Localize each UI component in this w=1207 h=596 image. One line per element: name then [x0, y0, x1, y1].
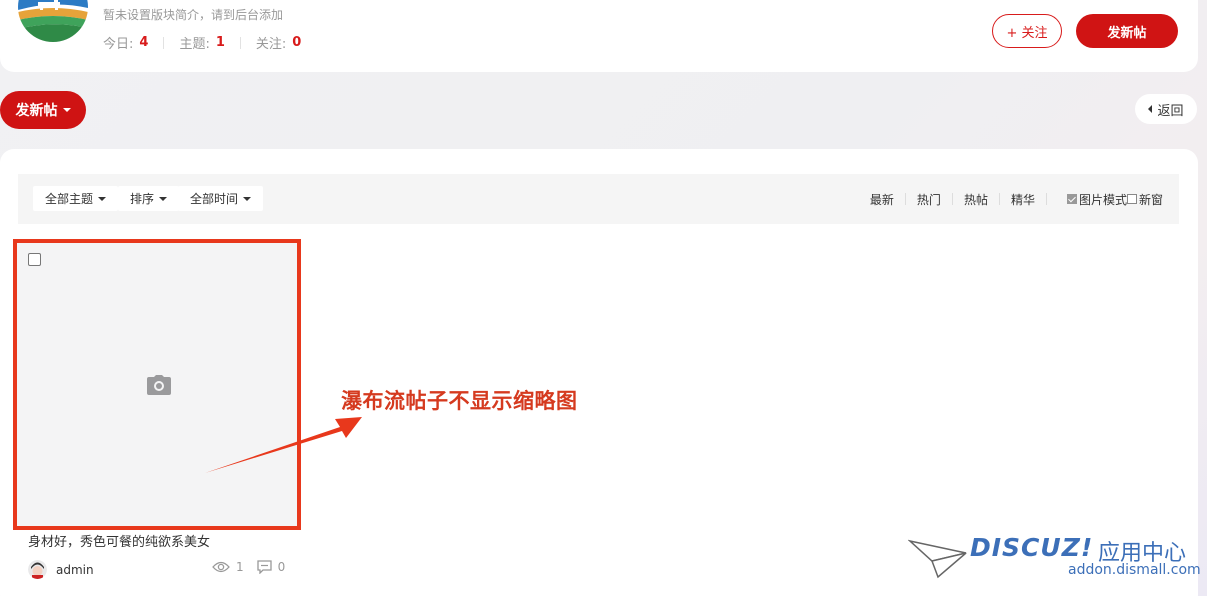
stat-label: 关注:	[255, 37, 287, 52]
forum-logo	[18, 0, 88, 42]
filter-all-threads[interactable]: 全部主题	[33, 186, 119, 211]
image-mode-checkbox[interactable]	[1066, 194, 1077, 204]
reply-count-value: 0	[277, 560, 286, 574]
thread-thumbnail[interactable]	[13, 239, 301, 530]
back-button[interactable]: 返回	[1135, 94, 1197, 124]
thread-author[interactable]: admin	[28, 560, 94, 579]
sort-popular[interactable]: 热门	[906, 191, 952, 208]
avatar	[28, 560, 47, 579]
sort-links: 最新 热门 热帖 精华 图片模式 新窗	[859, 174, 1179, 224]
thread-title[interactable]: 身材好，秀色可餐的纯欲系美女	[28, 531, 210, 550]
caret-down-icon	[62, 108, 71, 112]
stat-value: 4	[139, 35, 149, 50]
sort-latest[interactable]: 最新	[859, 191, 905, 208]
back-label: 返回	[1157, 103, 1184, 119]
image-mode-label: 图片模式	[1078, 192, 1127, 207]
watermark-brand: DISCUZ!	[970, 533, 1094, 562]
author-name: admin	[56, 562, 94, 577]
follow-button[interactable]: + 关注	[992, 14, 1062, 48]
watermark: DISCUZ! 应用中心 addon.dismall.com	[908, 533, 1201, 593]
caret-down-icon	[159, 196, 168, 201]
forum-header: 暂未设置版块简介，请到后台添加 今日: 4 主题: 1 关注: 0 + 关注 发…	[0, 0, 1198, 72]
new-post-dropdown[interactable]: 发新帖	[0, 91, 86, 129]
sort-digest[interactable]: 精华	[1000, 191, 1046, 208]
image-mode-toggle[interactable]: 图片模式	[1066, 191, 1127, 208]
caret-down-icon	[243, 196, 252, 201]
stat-today: 今日: 4	[103, 33, 148, 52]
filter-sort[interactable]: 排序	[118, 186, 180, 211]
reply-count: 0	[256, 560, 286, 574]
stat-value: 1	[215, 35, 225, 50]
sort-hot[interactable]: 热帖	[953, 191, 999, 208]
forum-stats: 今日: 4 主题: 1 关注: 0	[103, 33, 301, 52]
annotation-arrow	[205, 417, 362, 473]
caret-down-icon	[98, 196, 107, 201]
filter-bar: 全部主题 排序 全部时间 最新 热门 热帖 精华 图片模式 新窗	[18, 174, 1179, 224]
stat-label: 主题:	[179, 37, 210, 52]
watermark-url: addon.dismall.com	[1068, 562, 1201, 578]
comment-icon	[256, 560, 272, 574]
thread-meta: 1 0	[212, 560, 298, 574]
new-window-checkbox[interactable]	[1126, 194, 1137, 204]
stat-threads: 主题: 1	[179, 33, 224, 52]
view-count-value: 1	[236, 560, 244, 574]
stat-label: 今日:	[103, 37, 134, 52]
caret-left-icon	[1148, 105, 1153, 113]
forum-description: 暂未设置版块简介，请到后台添加	[103, 8, 284, 22]
filter-label: 排序	[130, 192, 155, 206]
paper-plane-icon	[908, 539, 967, 579]
annotation-text: 瀑布流帖子不显示缩略图	[341, 389, 578, 413]
new-window-toggle[interactable]: 新窗	[1126, 191, 1163, 208]
stat-value: 0	[292, 35, 302, 50]
view-count: 1	[212, 560, 244, 574]
eye-icon	[212, 561, 230, 573]
camera-icon	[147, 375, 171, 395]
stat-followers: 关注: 0	[256, 33, 301, 52]
new-window-label: 新窗	[1138, 192, 1163, 207]
divider	[163, 36, 165, 49]
new-post-button[interactable]: 发新帖	[1076, 14, 1178, 48]
filter-time[interactable]: 全部时间	[178, 186, 264, 211]
divider	[1045, 193, 1047, 205]
new-post-label: 发新帖	[15, 103, 58, 119]
filter-label: 全部主题	[45, 192, 94, 206]
divider	[239, 36, 241, 49]
thread-select-checkbox[interactable]	[28, 253, 41, 266]
filter-label: 全部时间	[190, 192, 239, 206]
